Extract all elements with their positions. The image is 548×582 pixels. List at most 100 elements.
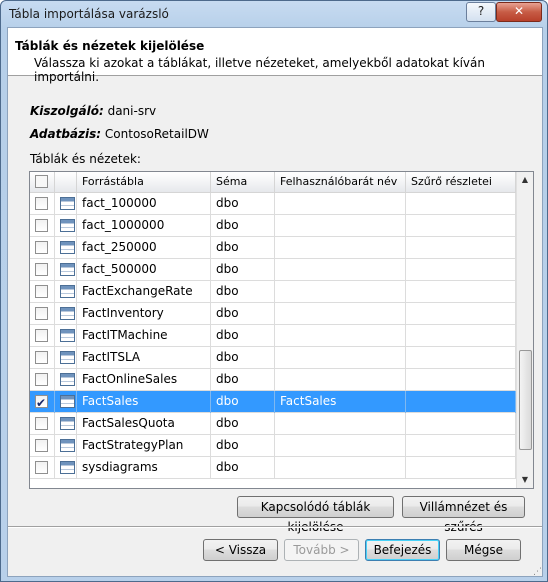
filter-details-cell	[406, 237, 516, 259]
row-checkbox[interactable]	[35, 393, 48, 413]
schema-cell: dbo	[211, 435, 275, 457]
friendly-name-cell[interactable]	[275, 303, 406, 325]
close-button[interactable]: ✕	[496, 2, 542, 22]
table-icon	[60, 395, 75, 408]
friendly-name-cell[interactable]	[275, 215, 406, 237]
source-table-cell: fact_100000	[77, 193, 211, 215]
dialog-client-area: Táblák és nézetek kijelölése Válassza ki…	[7, 27, 543, 577]
friendly-name-cell[interactable]	[275, 281, 406, 303]
row-checkbox[interactable]	[35, 329, 48, 342]
tables-label: Táblák és nézetek:	[30, 152, 141, 166]
column-header-source-table[interactable]: Forrástábla	[77, 172, 211, 192]
row-checkbox[interactable]	[35, 373, 48, 386]
table-row[interactable]: FactSalesQuota dbo	[30, 413, 516, 435]
row-checkbox-cell[interactable]	[30, 413, 55, 435]
column-header-friendly-name[interactable]: Felhasználóbarát név	[275, 172, 406, 192]
source-table-cell: FactITMachine	[77, 325, 211, 347]
page-title: Táblák és nézetek kijelölése	[15, 39, 205, 53]
table-row[interactable]: fact_1000000 dbo	[30, 215, 516, 237]
row-checkbox[interactable]	[35, 307, 48, 320]
row-checkbox[interactable]	[35, 439, 48, 452]
scrollbar-thumb[interactable]	[519, 350, 532, 450]
friendly-name-cell[interactable]: FactSales	[275, 391, 406, 413]
table-row[interactable]: FactStrategyPlan dbo	[30, 435, 516, 457]
table-row[interactable]: fact_250000 dbo	[30, 237, 516, 259]
row-checkbox-cell[interactable]	[30, 193, 55, 215]
help-button[interactable]: ?	[466, 2, 496, 22]
back-button[interactable]: < Vissza	[203, 539, 278, 561]
row-checkbox-cell[interactable]	[30, 435, 55, 457]
column-header-schema[interactable]: Séma	[211, 172, 275, 192]
table-row[interactable]: FactSalesdboFactSales	[30, 391, 516, 413]
friendly-name-cell[interactable]	[275, 193, 406, 215]
select-all-checkbox[interactable]	[35, 175, 48, 188]
source-table-cell: FactExchangeRate	[77, 281, 211, 303]
row-checkbox-cell[interactable]	[30, 259, 55, 281]
column-header-filter-details[interactable]: Szűrő részletei	[406, 172, 516, 192]
friendly-name-cell[interactable]	[275, 259, 406, 281]
next-button[interactable]: Tovább >	[284, 539, 359, 561]
grid-header: Forrástábla Séma Felhasználóbarát név Sz…	[30, 172, 516, 193]
filter-details-cell	[406, 413, 516, 435]
select-related-tables-button[interactable]: Kapcsolódó táblák kijelölése	[237, 496, 394, 534]
row-icon-cell	[55, 281, 77, 303]
row-checkbox-cell[interactable]	[30, 303, 55, 325]
row-checkbox-cell[interactable]	[30, 347, 55, 369]
source-table-cell: fact_500000	[77, 259, 211, 281]
cancel-button[interactable]: Mégse	[446, 539, 521, 561]
row-checkbox[interactable]	[35, 285, 48, 298]
friendly-name-cell[interactable]	[275, 413, 406, 435]
row-checkbox-cell[interactable]	[30, 215, 55, 237]
server-info: Kiszolgáló: dani-srv	[30, 104, 156, 118]
row-checkbox[interactable]	[35, 351, 48, 364]
scroll-down-arrow-icon[interactable]: ▼	[517, 472, 533, 488]
table-icon	[60, 417, 75, 430]
resize-grip-icon[interactable]: ⋰	[533, 567, 543, 577]
title-bar: Tábla importálása varázsló ? ✕	[1, 1, 547, 27]
vertical-scrollbar[interactable]: ▲ ▼	[516, 172, 533, 488]
table-icon	[60, 263, 75, 276]
table-row[interactable]: FactITMachine dbo	[30, 325, 516, 347]
row-checkbox-cell[interactable]	[30, 457, 55, 479]
row-checkbox[interactable]	[35, 197, 48, 210]
table-row[interactable]: FactOnlineSales dbo	[30, 369, 516, 391]
friendly-name-cell[interactable]	[275, 369, 406, 391]
row-checkbox-cell[interactable]	[30, 325, 55, 347]
friendly-name-cell[interactable]	[275, 325, 406, 347]
table-row[interactable]: fact_500000 dbo	[30, 259, 516, 281]
preview-and-filter-button[interactable]: Villámnézet és szűrés	[402, 496, 525, 534]
schema-cell: dbo	[211, 259, 275, 281]
friendly-name-cell[interactable]	[275, 237, 406, 259]
row-checkbox-cell[interactable]	[30, 391, 55, 413]
friendly-name-cell[interactable]	[275, 435, 406, 457]
friendly-name-cell[interactable]	[275, 457, 406, 479]
tables-grid[interactable]: Forrástábla Séma Felhasználóbarát név Sz…	[29, 171, 534, 489]
row-checkbox[interactable]	[35, 219, 48, 232]
select-all-header[interactable]	[30, 172, 55, 192]
schema-cell: dbo	[211, 391, 275, 413]
table-icon	[60, 461, 75, 474]
table-row[interactable]: fact_100000 dbo	[30, 193, 516, 215]
filter-details-cell	[406, 457, 516, 479]
table-row[interactable]: FactExchangeRate dbo	[30, 281, 516, 303]
scroll-up-arrow-icon[interactable]: ▲	[517, 172, 533, 188]
row-checkbox[interactable]	[35, 417, 48, 430]
row-checkbox[interactable]	[35, 241, 48, 254]
schema-cell: dbo	[211, 215, 275, 237]
row-checkbox-cell[interactable]	[30, 369, 55, 391]
finish-button[interactable]: Befejezés	[365, 539, 440, 561]
table-row[interactable]: FactInventory dbo	[30, 303, 516, 325]
schema-cell: dbo	[211, 369, 275, 391]
row-checkbox[interactable]	[35, 461, 48, 474]
row-checkbox[interactable]	[35, 263, 48, 276]
row-icon-cell	[55, 325, 77, 347]
row-checkbox-cell[interactable]	[30, 281, 55, 303]
source-table-cell: sysdiagrams	[77, 457, 211, 479]
row-icon-cell	[55, 303, 77, 325]
table-row[interactable]: FactITSLA dbo	[30, 347, 516, 369]
friendly-name-cell[interactable]	[275, 347, 406, 369]
schema-cell: dbo	[211, 347, 275, 369]
table-row[interactable]: sysdiagrams dbo	[30, 457, 516, 479]
filter-details-cell	[406, 347, 516, 369]
row-checkbox-cell[interactable]	[30, 237, 55, 259]
